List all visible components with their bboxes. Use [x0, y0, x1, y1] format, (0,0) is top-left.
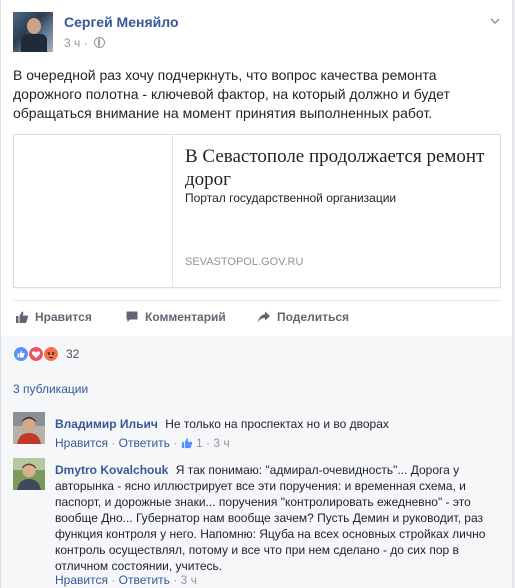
- action-bar: Нравится Комментарий Поделиться: [13, 300, 500, 338]
- comment-footer: Нравится · Ответить · 3 ч: [55, 573, 197, 587]
- comment-like-count[interactable]: 1: [196, 436, 203, 450]
- angry-icon: [43, 346, 59, 362]
- like-button[interactable]: Нравится: [16, 310, 92, 324]
- comment-button[interactable]: Комментарий: [126, 310, 226, 324]
- post-timestamp[interactable]: 3 ч: [64, 36, 80, 50]
- comment-footer: Нравится · Ответить · 1 · 3 ч: [55, 436, 230, 450]
- post-meta: 3 ч ·: [64, 36, 105, 50]
- link-domain: SEVASTOPOL.GOV.RU: [185, 256, 304, 268]
- commenter-name[interactable]: Dmytro Kovalchouk: [55, 463, 168, 477]
- reaction-count[interactable]: 32: [66, 347, 79, 361]
- commenter-avatar[interactable]: [13, 458, 45, 490]
- author-name[interactable]: Сергей Меняйло: [64, 14, 179, 30]
- love-icon: [28, 346, 44, 362]
- commenter-avatar[interactable]: [13, 412, 45, 444]
- link-title[interactable]: В Севастополе продолжается ремонт дорог: [185, 145, 485, 191]
- comment-item: Владимир Ильич Не только на проспектах н…: [13, 412, 500, 456]
- thumbs-up-icon: [181, 438, 192, 449]
- comment-reply-link[interactable]: Ответить: [119, 573, 170, 587]
- comment-reply-link[interactable]: Ответить: [119, 436, 170, 450]
- comment-label: Комментарий: [145, 310, 226, 324]
- comment-text: Не только на проспектах но и во дворах: [165, 417, 389, 431]
- globe-icon: [93, 37, 105, 48]
- author-avatar[interactable]: [13, 12, 53, 52]
- comment-like-link[interactable]: Нравится: [55, 436, 108, 450]
- link-description: Портал государственной организации: [185, 191, 397, 205]
- commenter-name[interactable]: Владимир Ильич: [55, 417, 158, 431]
- comment-item: Dmytro Kovalchouk Я так понимаю: "адмира…: [13, 458, 500, 588]
- post-card: Сергей Меняйло 3 ч · В очередной раз хоч…: [0, 0, 513, 588]
- comment-text: Я так понимаю: "адмирал-очевидность"... …: [55, 463, 486, 573]
- share-icon: [258, 311, 270, 323]
- share-label: Поделиться: [277, 310, 350, 324]
- post-header: Сергей Меняйло 3 ч ·: [13, 12, 500, 54]
- chevron-down-icon[interactable]: [490, 16, 500, 26]
- post-text: В очередной раз хочу подчеркнуть, что во…: [13, 67, 450, 121]
- comment-like-link[interactable]: Нравится: [55, 573, 108, 587]
- link-preview[interactable]: В Севастополе продолжается ремонт дорог …: [13, 134, 501, 288]
- like-icon: [13, 346, 29, 362]
- shares-bar: 3 публикации: [1, 372, 512, 405]
- share-button[interactable]: Поделиться: [258, 310, 350, 324]
- thumbs-up-icon: [16, 311, 29, 323]
- shares-link[interactable]: 3 публикации: [13, 382, 88, 396]
- like-label: Нравится: [35, 310, 92, 324]
- link-thumbnail: [14, 135, 173, 287]
- comment-timestamp[interactable]: 3 ч: [213, 436, 229, 450]
- comment-timestamp[interactable]: 3 ч: [181, 573, 197, 587]
- reactions-bar[interactable]: 32: [1, 336, 512, 373]
- comment-icon: [126, 311, 138, 322]
- comments-section: Владимир Ильич Не только на проспектах н…: [1, 404, 512, 588]
